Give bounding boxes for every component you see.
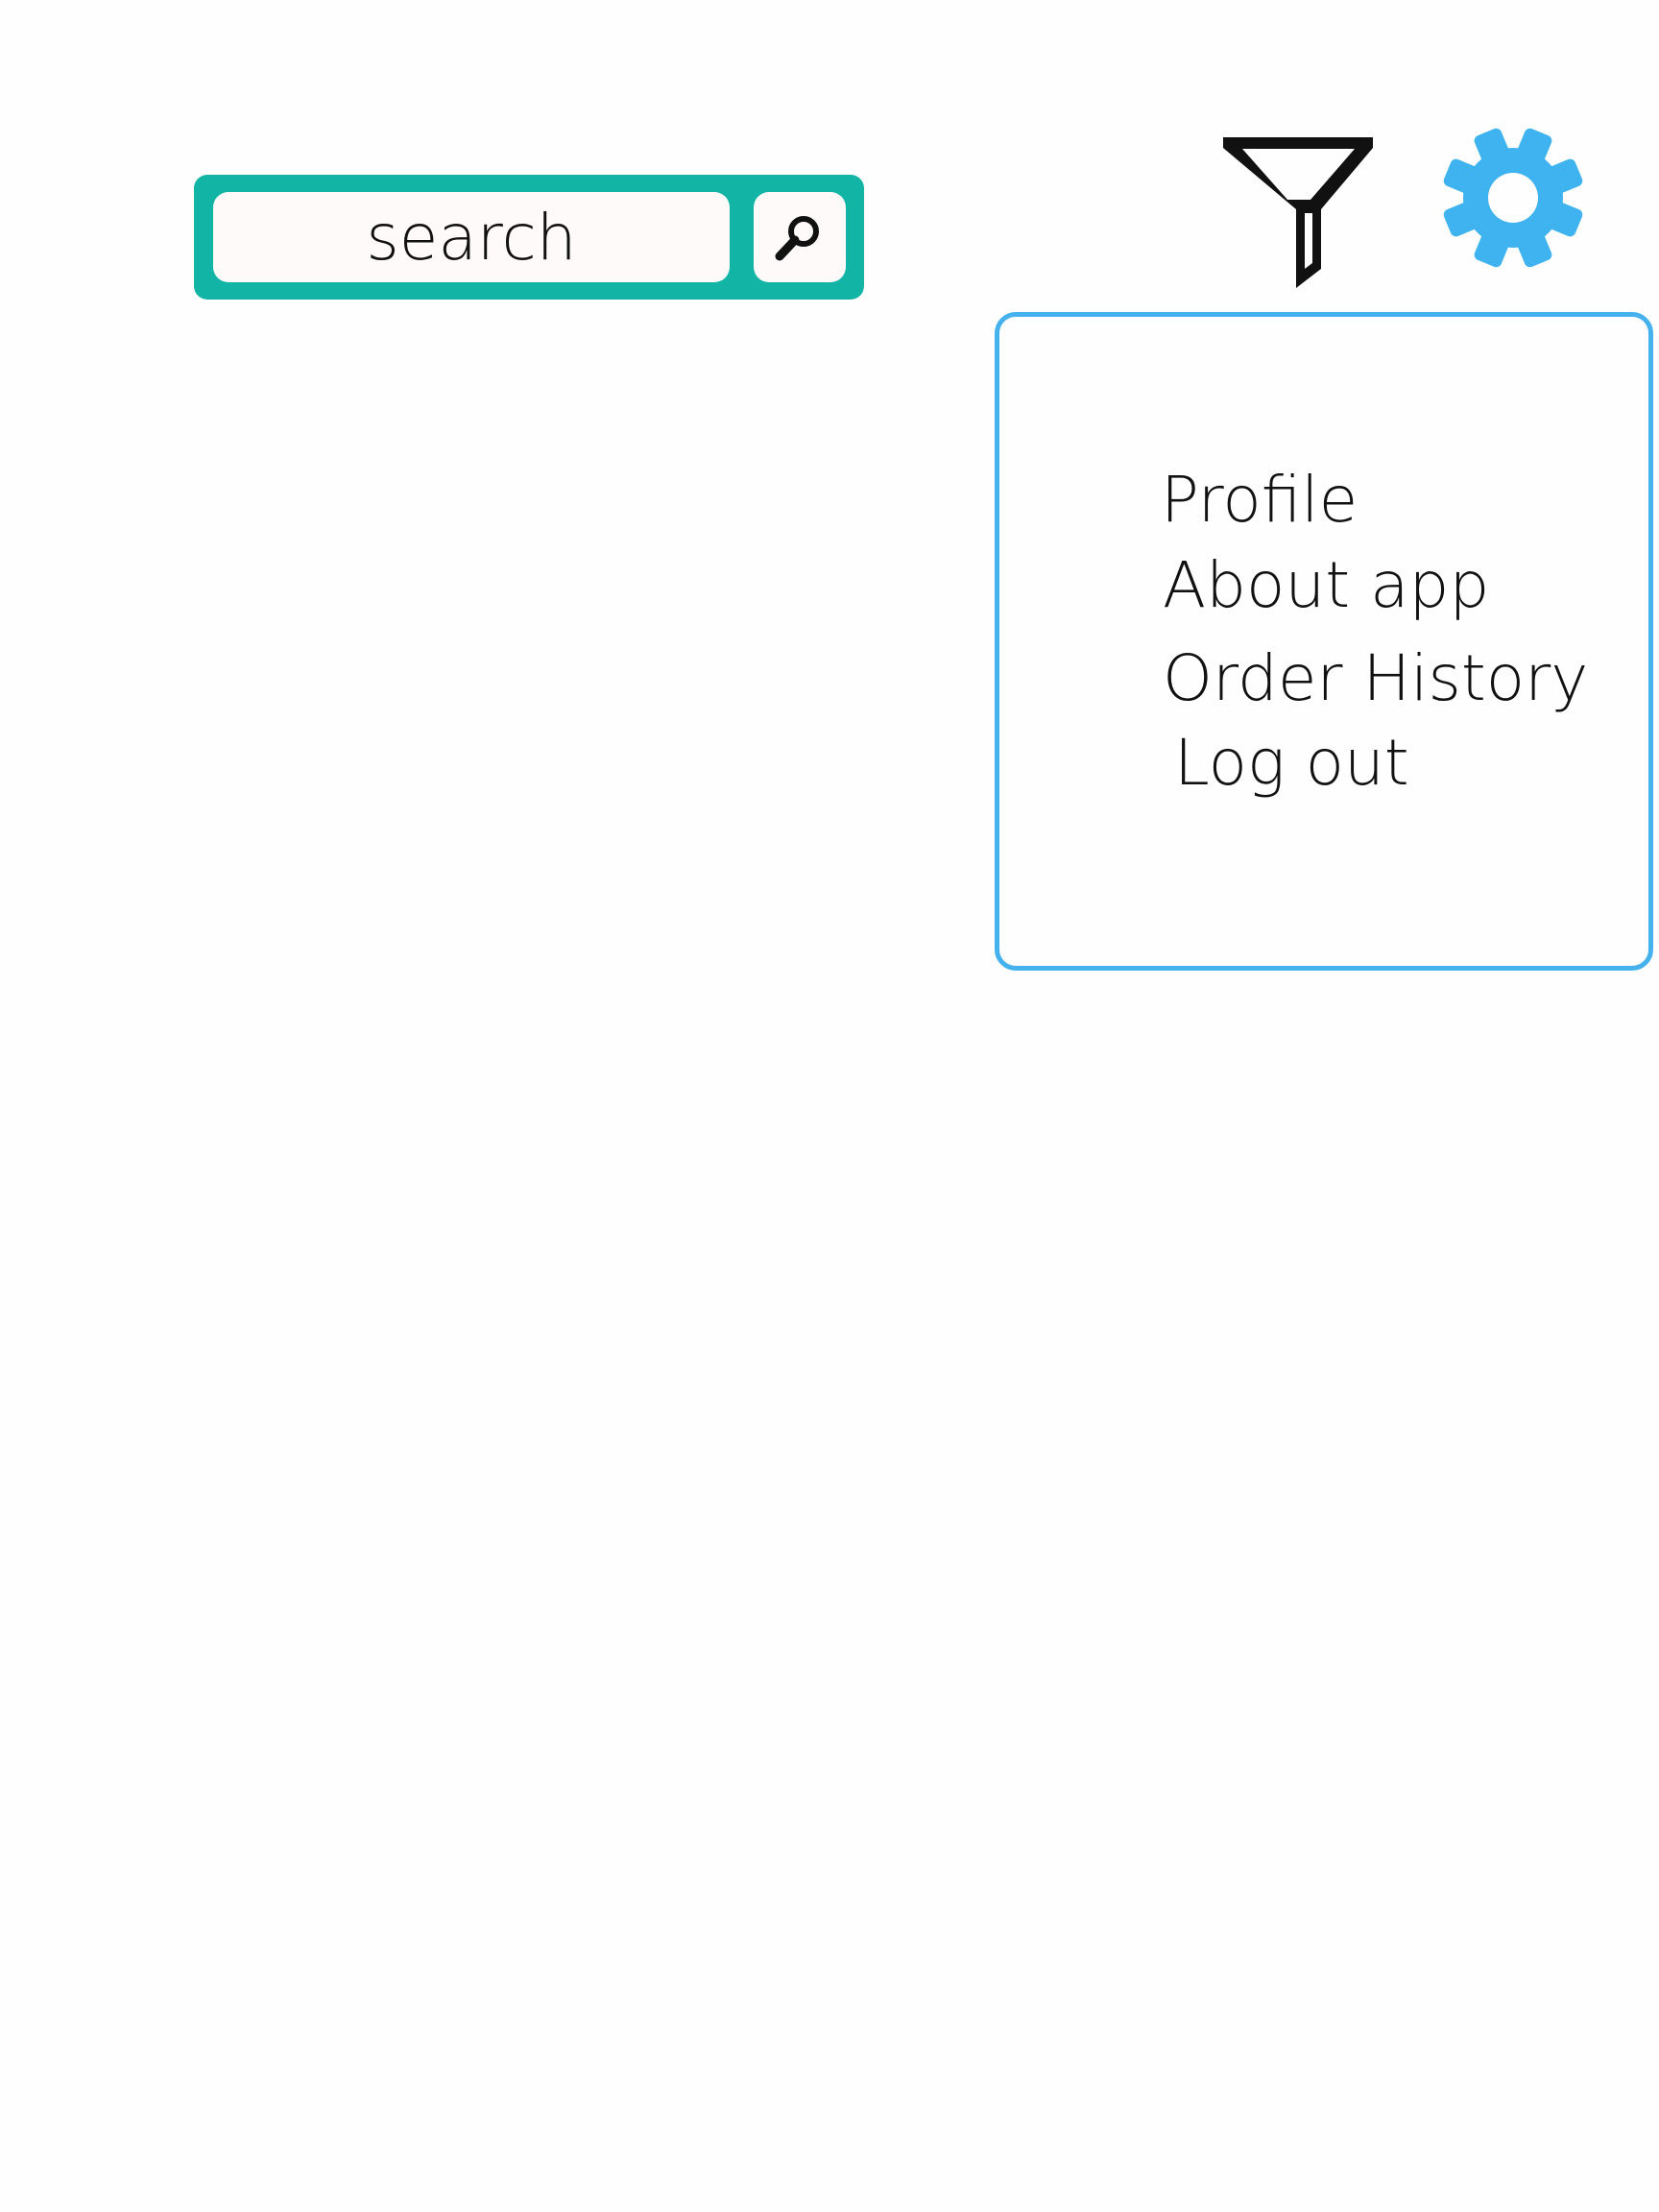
search-input[interactable]	[213, 192, 730, 282]
settings-gear-button[interactable]	[1438, 123, 1588, 273]
settings-dropdown-menu: Profile About app Order History Log out	[995, 312, 1653, 971]
menu-item-about-app[interactable]: About app	[1163, 554, 1489, 617]
menu-item-order-history[interactable]: Order History	[1163, 647, 1588, 710]
menu-item-profile[interactable]: Profile	[1161, 469, 1358, 532]
gear-icon	[1443, 128, 1583, 268]
search-bar	[194, 175, 864, 300]
search-button[interactable]	[754, 192, 846, 282]
filter-funnel-icon	[1223, 137, 1373, 288]
app-screen: { "colors": { "search_bar_frame": "#12b5…	[0, 0, 1659, 2212]
filter-icon[interactable]	[1217, 131, 1381, 294]
menu-item-log-out[interactable]: Log out	[1174, 732, 1409, 795]
magnifier-icon	[775, 216, 819, 261]
